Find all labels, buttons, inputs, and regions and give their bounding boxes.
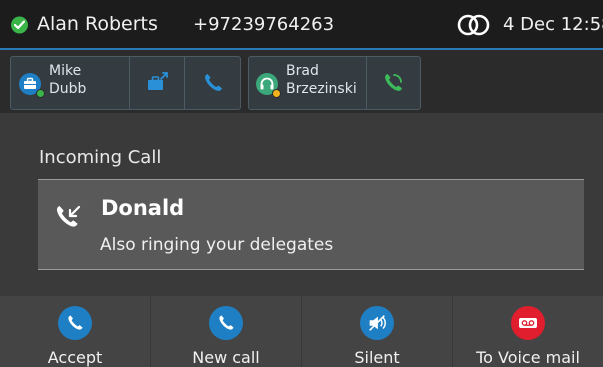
presence-available-icon	[11, 16, 28, 34]
contact-key-mike-dubb[interactable]: Mike Dubb	[11, 57, 130, 109]
phone-icon	[205, 74, 222, 91]
to-voicemail-button[interactable]: To Voice mail	[453, 296, 603, 367]
presence-available-indicator	[36, 89, 45, 98]
contact-last-name: Dubb	[49, 81, 87, 97]
contact-key-brad-brzezinski[interactable]: Brad Brzezinski	[249, 57, 367, 109]
to-voicemail-label: To Voice mail	[476, 348, 580, 367]
silent-label: Silent	[354, 348, 400, 367]
caller-subtitle: Also ringing your delegates	[100, 235, 334, 255]
date-time: 4 Dec 12:58	[503, 14, 603, 35]
briefcase-forward-icon	[148, 72, 168, 90]
new-call-button[interactable]: New call	[151, 296, 302, 367]
accept-label: Accept	[47, 348, 103, 367]
incoming-call-title: Incoming Call	[39, 147, 162, 168]
phone-icon	[58, 306, 92, 340]
presence-away-indicator	[272, 89, 281, 98]
line-key-group-mike: Mike Dubb	[10, 56, 241, 110]
phone-ringing-icon	[385, 74, 402, 91]
silent-button[interactable]: Silent	[302, 296, 453, 367]
contact-last-name: Brzezinski	[286, 81, 357, 97]
caller-name: Donald	[101, 196, 185, 220]
speaker-mute-icon	[360, 306, 394, 340]
line-key-group-brad: Brad Brzezinski	[248, 56, 421, 110]
call-contact-key[interactable]	[367, 57, 420, 109]
line-keys-bar: Mike Dubb Brad Brzezinski	[0, 50, 603, 113]
forward-contact-key[interactable]	[130, 57, 185, 109]
softkey-bar: Accept New call Silent To Voice mail	[0, 296, 603, 367]
new-call-label: New call	[192, 348, 260, 367]
contact-first-name: Brad	[286, 63, 319, 79]
call-contact-key[interactable]	[185, 57, 240, 109]
voicemail-icon	[511, 306, 545, 340]
user-name: Alan Roberts	[37, 13, 158, 35]
contact-first-name: Mike	[49, 63, 82, 79]
status-bar: Alan Roberts +97239764263 4 Dec 12:58	[0, 0, 603, 50]
incoming-call-icon	[56, 205, 81, 227]
incoming-call-card[interactable]: Donald Also ringing your delegates	[38, 179, 584, 270]
shared-lines-icon	[457, 14, 490, 36]
user-phone-number: +97239764263	[193, 14, 335, 35]
phone-icon	[209, 306, 243, 340]
accept-button[interactable]: Accept	[0, 296, 151, 367]
